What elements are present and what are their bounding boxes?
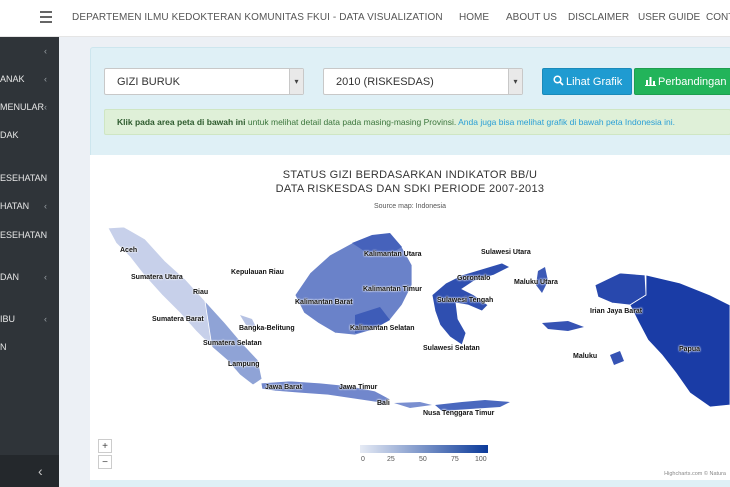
region-label: Lampung xyxy=(228,361,260,368)
chevron-left-icon: ‹ xyxy=(44,173,47,183)
chevron-down-icon: ▾ xyxy=(508,69,522,94)
chevron-left-icon: ‹ xyxy=(38,463,43,479)
chevron-left-icon: ‹ xyxy=(44,201,47,211)
chevron-left-icon: ‹ xyxy=(44,46,47,56)
sidebar-item-6[interactable]: HATAN ‹ xyxy=(0,201,59,215)
period-select[interactable]: 2010 (RISKESDAS) ▾ xyxy=(323,68,523,95)
region-label: Jawa Timur xyxy=(339,384,378,391)
region-label: Sumatera Selatan xyxy=(203,340,262,347)
bar-chart-icon xyxy=(645,75,656,89)
lihat-grafik-button[interactable]: Lihat Grafik xyxy=(542,68,632,95)
search-icon xyxy=(553,75,564,89)
legend-tick: 75 xyxy=(451,456,459,463)
perbandingan-button[interactable]: Perbandingan xyxy=(634,68,730,95)
region-label: Jawa Barat xyxy=(265,384,302,391)
sidebar-item-8[interactable]: DAN ‹ xyxy=(0,272,59,286)
nav-home[interactable]: HOME xyxy=(459,12,489,23)
sidebar-item-10[interactable]: N xyxy=(0,342,59,356)
sidebar-item-7[interactable]: ESEHATAN ‹ xyxy=(0,230,59,244)
region-label: Kepulauan Riau xyxy=(231,269,284,276)
region-label: Riau xyxy=(193,289,209,296)
chevron-left-icon: ‹ xyxy=(44,272,47,282)
region-label: Kalimantan Barat xyxy=(295,299,353,306)
legend-tick: 100 xyxy=(475,456,487,463)
region-label: Irian Jaya Barat xyxy=(590,308,643,315)
highcharts-credit[interactable]: Highcharts.com © Natura xyxy=(664,471,726,477)
region-label: Sulawesi Utara xyxy=(481,249,531,256)
main-content: GIZI BURUK ▾ 2010 (RISKESDAS) ▾ Lihat Gr… xyxy=(59,37,730,487)
chart-link[interactable]: Anda juga bisa melihat grafik di bawah p… xyxy=(458,117,675,127)
region-label: Sumatera Utara xyxy=(131,274,183,281)
nav-about-us[interactable]: ABOUT US xyxy=(506,12,557,23)
region-label: Papua xyxy=(679,346,701,353)
chevron-left-icon: ‹ xyxy=(44,102,47,112)
sidebar-item-1[interactable]: ‹ xyxy=(0,46,59,60)
zoom-in-button[interactable]: + xyxy=(98,439,112,453)
color-legend xyxy=(360,445,488,453)
legend-tick: 50 xyxy=(419,456,427,463)
sidebar-item-3[interactable]: MENULAR ‹ xyxy=(0,102,59,116)
nav-disclaimer[interactable]: DISCLAIMER xyxy=(568,12,629,23)
region-label: Maluku Utara xyxy=(514,279,558,286)
nav-user-guide[interactable]: USER GUIDE xyxy=(638,12,700,23)
region-label: Gorontalo xyxy=(457,275,491,282)
region-label: Bali xyxy=(377,400,390,407)
chevron-left-icon: ‹ xyxy=(44,74,47,84)
sidebar-collapse-toggle[interactable]: ‹ xyxy=(0,455,59,487)
region-label: Sulawesi Tengah xyxy=(437,297,494,304)
sidebar-item-4[interactable]: DAK xyxy=(0,130,59,144)
chevron-left-icon: ‹ xyxy=(44,230,47,240)
region-label: Maluku xyxy=(573,353,598,360)
legend-tick: 0 xyxy=(361,456,365,463)
region-label: Aceh xyxy=(120,247,138,254)
app-title: DEPARTEMEN ILMU KEDOKTERAN KOMUNITAS FKU… xyxy=(72,12,443,23)
region-label: Kalimantan Selatan xyxy=(350,325,415,332)
bottom-panel-edge xyxy=(90,480,730,487)
info-alert: Klik pada area peta di bawah ini untuk m… xyxy=(104,109,730,135)
region-label: Bangka-Belitung xyxy=(239,325,295,332)
maluku-island-shape xyxy=(610,351,624,365)
zoom-out-button[interactable]: − xyxy=(98,455,112,469)
indicator-select[interactable]: GIZI BURUK ▾ xyxy=(104,68,304,95)
nav-contact[interactable]: CONT xyxy=(706,12,730,23)
top-navbar: DEPARTEMEN ILMU KEDOKTERAN KOMUNITAS FKU… xyxy=(0,0,730,37)
maluku-shape xyxy=(542,321,584,331)
region-label: Sumatera Barat xyxy=(152,316,204,323)
map-chart: STATUS GIZI BERDASARKAN INDIKATOR BB/U D… xyxy=(90,155,730,487)
sidebar: ‹ ANAK ‹ MENULAR ‹ DAK ESEHATAN ‹ HATAN ‹ ES… xyxy=(0,37,59,487)
ntb-shape xyxy=(394,402,432,408)
region-label: Kalimantan Utara xyxy=(364,251,422,258)
sidebar-item-5[interactable]: ESEHATAN ‹ xyxy=(0,173,59,187)
sidebar-item-2[interactable]: ANAK ‹ xyxy=(0,74,59,88)
region-label: Kalimantan Timur xyxy=(363,286,422,293)
region-label: Nusa Tenggara Timur xyxy=(423,410,495,417)
chevron-down-icon: ▾ xyxy=(289,69,303,94)
chevron-left-icon: ‹ xyxy=(44,314,47,324)
legend-tick: 25 xyxy=(387,456,395,463)
sidebar-item-9[interactable]: IBU ‹ xyxy=(0,314,59,328)
region-label: Sulawesi Selatan xyxy=(423,345,480,352)
hamburger-menu-icon[interactable] xyxy=(40,11,52,23)
